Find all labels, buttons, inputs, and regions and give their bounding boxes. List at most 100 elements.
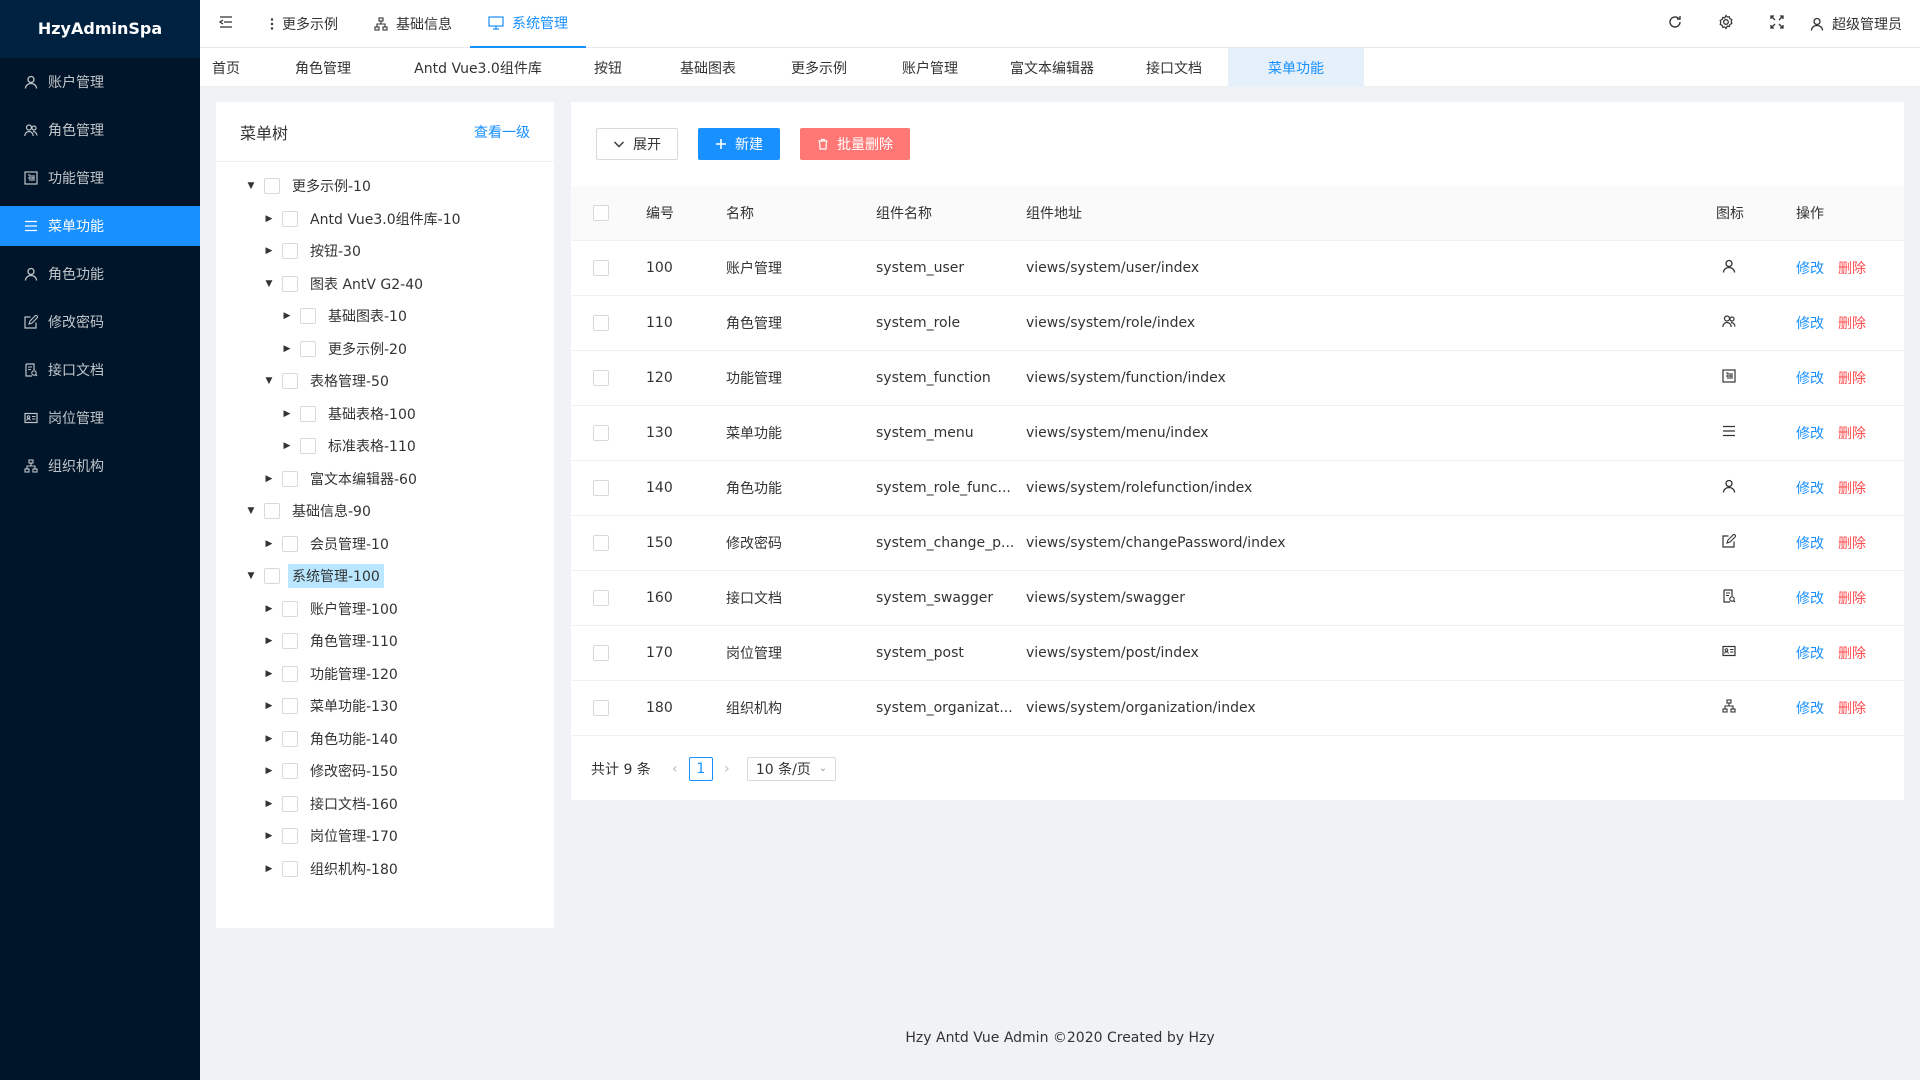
- tree-node-label[interactable]: 更多示例-20: [324, 337, 411, 361]
- tree-node-label[interactable]: 更多示例-10: [288, 174, 375, 198]
- tree-node-checkbox[interactable]: [264, 178, 280, 195]
- caret-right-icon[interactable]: ▶: [280, 407, 294, 421]
- tree-node-checkbox[interactable]: [264, 568, 280, 585]
- tab-1[interactable]: 角色管理: [252, 48, 394, 87]
- caret-down-icon[interactable]: ▼: [262, 277, 276, 291]
- tree-node-label[interactable]: 组织机构-180: [306, 857, 402, 881]
- tree-node-checkbox[interactable]: [282, 243, 298, 260]
- caret-right-icon[interactable]: ▶: [262, 732, 276, 746]
- tree-node-label[interactable]: 表格管理-50: [306, 369, 393, 393]
- tree-node-checkbox[interactable]: [282, 665, 298, 682]
- caret-down-icon[interactable]: ▼: [244, 179, 258, 193]
- edit-link[interactable]: 修改: [1796, 481, 1824, 497]
- row-checkbox[interactable]: [593, 644, 609, 661]
- settings-button[interactable]: [1700, 0, 1751, 48]
- caret-right-icon[interactable]: ▶: [262, 537, 276, 551]
- tab-3[interactable]: 按钮: [562, 48, 654, 87]
- tree-node-checkbox[interactable]: [282, 730, 298, 747]
- tree-node-label[interactable]: 基础图表-10: [324, 304, 411, 328]
- caret-down-icon[interactable]: ▼: [244, 569, 258, 583]
- delete-link[interactable]: 删除: [1838, 426, 1866, 442]
- tree-node-checkbox[interactable]: [282, 698, 298, 715]
- tree-node-label[interactable]: 富文本编辑器-60: [306, 467, 421, 491]
- row-checkbox[interactable]: [593, 424, 609, 441]
- page-size-select[interactable]: 10 条/页 ⌄: [746, 756, 837, 781]
- tree-node-label[interactable]: 标准表格-110: [324, 434, 420, 458]
- tab-5[interactable]: 更多示例: [762, 48, 876, 87]
- tree-node-checkbox[interactable]: [300, 340, 316, 357]
- tree-node-label[interactable]: 图表 AntV G2-40: [306, 272, 427, 296]
- row-checkbox[interactable]: [593, 479, 609, 496]
- fullscreen-button[interactable]: [1751, 0, 1802, 48]
- sidebar-item-4[interactable]: 角色功能: [0, 254, 200, 294]
- edit-link[interactable]: 修改: [1796, 536, 1824, 552]
- tree-node-checkbox[interactable]: [300, 405, 316, 422]
- delete-link[interactable]: 删除: [1838, 591, 1866, 607]
- page-number[interactable]: 1: [688, 756, 713, 781]
- tree-node-label[interactable]: 账户管理-100: [306, 597, 402, 621]
- tree-node-checkbox[interactable]: [282, 535, 298, 552]
- delete-link[interactable]: 删除: [1838, 316, 1866, 332]
- caret-right-icon[interactable]: ▶: [262, 764, 276, 778]
- row-checkbox[interactable]: [593, 699, 609, 716]
- tree-node-checkbox[interactable]: [300, 438, 316, 455]
- caret-right-icon[interactable]: ▶: [262, 634, 276, 648]
- view-top-level-link[interactable]: 查看一级: [474, 122, 530, 142]
- row-checkbox[interactable]: [593, 259, 609, 276]
- caret-right-icon[interactable]: ▶: [262, 667, 276, 681]
- tree-node-label[interactable]: 系统管理-100: [288, 564, 384, 589]
- caret-down-icon[interactable]: ▼: [244, 504, 258, 518]
- edit-link[interactable]: 修改: [1796, 426, 1824, 442]
- caret-right-icon[interactable]: ▶: [262, 602, 276, 616]
- select-all-checkbox[interactable]: [593, 204, 609, 221]
- caret-right-icon[interactable]: ▶: [280, 309, 294, 323]
- row-checkbox[interactable]: [593, 589, 609, 606]
- tree-node-checkbox[interactable]: [282, 633, 298, 650]
- edit-link[interactable]: 修改: [1796, 371, 1824, 387]
- tree-node-label[interactable]: 接口文档-160: [306, 792, 402, 816]
- sidebar-item-6[interactable]: 接口文档: [0, 350, 200, 390]
- delete-link[interactable]: 删除: [1838, 701, 1866, 717]
- tree-node-checkbox[interactable]: [282, 763, 298, 780]
- sidebar-item-3[interactable]: 菜单功能: [0, 206, 200, 246]
- caret-right-icon[interactable]: ▶: [262, 699, 276, 713]
- tree-node-checkbox[interactable]: [282, 600, 298, 617]
- tree-node-checkbox[interactable]: [282, 795, 298, 812]
- edit-link[interactable]: 修改: [1796, 646, 1824, 662]
- sidebar-item-7[interactable]: 岗位管理: [0, 398, 200, 438]
- new-button[interactable]: 新建: [698, 128, 780, 160]
- tree-node-checkbox[interactable]: [282, 210, 298, 227]
- top-menu-item-2[interactable]: 系统管理: [470, 0, 586, 48]
- caret-down-icon[interactable]: ▼: [262, 374, 276, 388]
- delete-link[interactable]: 删除: [1838, 371, 1866, 387]
- caret-right-icon[interactable]: ▶: [262, 212, 276, 226]
- sidebar-item-1[interactable]: 角色管理: [0, 110, 200, 150]
- tree-node-checkbox[interactable]: [300, 308, 316, 325]
- caret-right-icon[interactable]: ▶: [262, 472, 276, 486]
- tab-0[interactable]: 首页: [200, 48, 252, 87]
- sidebar-item-0[interactable]: 账户管理: [0, 62, 200, 102]
- expand-button[interactable]: 展开: [596, 128, 678, 160]
- tab-9[interactable]: 菜单功能: [1228, 48, 1364, 87]
- tree-node-label[interactable]: 基础信息-90: [288, 499, 375, 523]
- next-page-button[interactable]: ›: [715, 761, 739, 777]
- caret-right-icon[interactable]: ▶: [262, 244, 276, 258]
- edit-link[interactable]: 修改: [1796, 261, 1824, 277]
- tree-node-label[interactable]: 功能管理-120: [306, 662, 402, 686]
- tab-8[interactable]: 接口文档: [1120, 48, 1228, 87]
- tab-6[interactable]: 账户管理: [876, 48, 984, 87]
- tree-node-checkbox[interactable]: [282, 470, 298, 487]
- tab-4[interactable]: 基础图表: [654, 48, 762, 87]
- collapse-button[interactable]: [200, 0, 252, 48]
- tree-node-label[interactable]: 会员管理-10: [306, 532, 393, 556]
- caret-right-icon[interactable]: ▶: [280, 439, 294, 453]
- sidebar-item-2[interactable]: 功能管理: [0, 158, 200, 198]
- delete-link[interactable]: 删除: [1838, 646, 1866, 662]
- tree-node-checkbox[interactable]: [282, 828, 298, 845]
- delete-link[interactable]: 删除: [1838, 481, 1866, 497]
- tree-node-label[interactable]: 基础表格-100: [324, 402, 420, 426]
- tab-2[interactable]: Antd Vue3.0组件库: [394, 48, 562, 87]
- edit-link[interactable]: 修改: [1796, 701, 1824, 717]
- caret-right-icon[interactable]: ▶: [262, 862, 276, 876]
- sidebar-item-5[interactable]: 修改密码: [0, 302, 200, 342]
